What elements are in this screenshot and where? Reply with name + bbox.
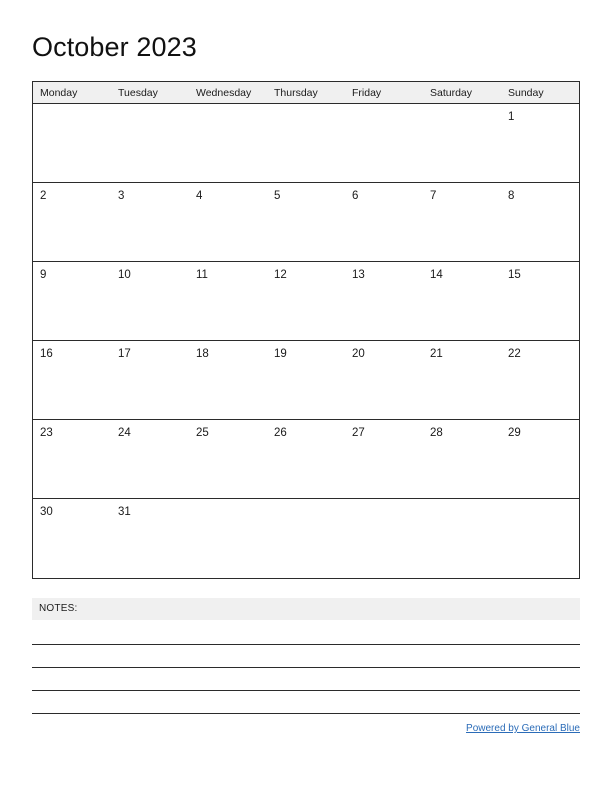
week-row: 30 31	[33, 499, 579, 578]
day-cell[interactable]: 19	[267, 341, 345, 419]
week-row: 1	[33, 104, 579, 183]
day-cell[interactable]: 30	[33, 499, 111, 578]
week-row: 16 17 18 19 20 21 22	[33, 341, 579, 420]
weekday-header-monday: Monday	[40, 87, 78, 99]
weekday-header-tuesday: Tuesday	[118, 87, 158, 99]
day-cell[interactable]	[267, 104, 345, 182]
day-cell[interactable]: 8	[501, 183, 579, 261]
weekday-header-friday: Friday	[352, 87, 382, 99]
day-cell[interactable]	[189, 104, 267, 182]
week-row: 2 3 4 5 6 7 8	[33, 183, 579, 262]
day-cell[interactable]	[111, 104, 189, 182]
day-cell[interactable]	[345, 104, 423, 182]
day-cell[interactable]: 3	[111, 183, 189, 261]
day-cell[interactable]: 1	[501, 104, 579, 182]
day-cell[interactable]	[423, 104, 501, 182]
weekday-header-sunday: Sunday	[508, 87, 544, 99]
day-cell[interactable]	[501, 499, 579, 578]
day-cell[interactable]	[345, 499, 423, 578]
notes-ruled-line[interactable]	[32, 644, 580, 645]
day-cell[interactable]: 23	[33, 420, 111, 498]
notes-header-band: NOTES:	[32, 598, 580, 620]
notes-ruled-line[interactable]	[32, 667, 580, 668]
day-cell[interactable]: 29	[501, 420, 579, 498]
day-cell[interactable]	[267, 499, 345, 578]
day-cell[interactable]: 7	[423, 183, 501, 261]
day-cell[interactable]: 6	[345, 183, 423, 261]
day-cell[interactable]: 20	[345, 341, 423, 419]
day-cell[interactable]: 17	[111, 341, 189, 419]
week-row: 23 24 25 26 27 28 29	[33, 420, 579, 499]
day-cell[interactable]	[189, 499, 267, 578]
day-cell[interactable]: 28	[423, 420, 501, 498]
week-row: 9 10 11 12 13 14 15	[33, 262, 579, 341]
notes-label: NOTES:	[39, 603, 78, 614]
day-cell[interactable]: 21	[423, 341, 501, 419]
calendar-grid: Monday Tuesday Wednesday Thursday Friday…	[32, 81, 580, 579]
day-cell[interactable]: 4	[189, 183, 267, 261]
notes-ruled-line[interactable]	[32, 713, 580, 714]
page-title: October 2023	[32, 32, 197, 62]
day-cell[interactable]: 24	[111, 420, 189, 498]
day-cell[interactable]	[33, 104, 111, 182]
calendar-page: October 2023 Monday Tuesday Wednesday Th…	[0, 0, 612, 792]
powered-by-link[interactable]: Powered by General Blue	[466, 723, 580, 734]
day-cell[interactable]: 16	[33, 341, 111, 419]
day-cell[interactable]: 5	[267, 183, 345, 261]
day-cell[interactable]: 15	[501, 262, 579, 340]
day-cell[interactable]: 2	[33, 183, 111, 261]
day-cell[interactable]: 14	[423, 262, 501, 340]
weekday-header-saturday: Saturday	[430, 87, 473, 99]
weekday-header-thursday: Thursday	[274, 87, 318, 99]
weekday-header-wednesday: Wednesday	[196, 87, 252, 99]
day-cell[interactable]: 12	[267, 262, 345, 340]
day-cell[interactable]	[423, 499, 501, 578]
notes-ruled-line[interactable]	[32, 690, 580, 691]
day-cell[interactable]: 26	[267, 420, 345, 498]
day-cell[interactable]: 13	[345, 262, 423, 340]
day-cell[interactable]: 31	[111, 499, 189, 578]
day-cell[interactable]: 18	[189, 341, 267, 419]
weekday-header-row: Monday Tuesday Wednesday Thursday Friday…	[33, 82, 579, 104]
day-cell[interactable]: 11	[189, 262, 267, 340]
day-cell[interactable]: 25	[189, 420, 267, 498]
day-cell[interactable]: 27	[345, 420, 423, 498]
day-cell[interactable]: 10	[111, 262, 189, 340]
day-cell[interactable]: 22	[501, 341, 579, 419]
day-cell[interactable]: 9	[33, 262, 111, 340]
